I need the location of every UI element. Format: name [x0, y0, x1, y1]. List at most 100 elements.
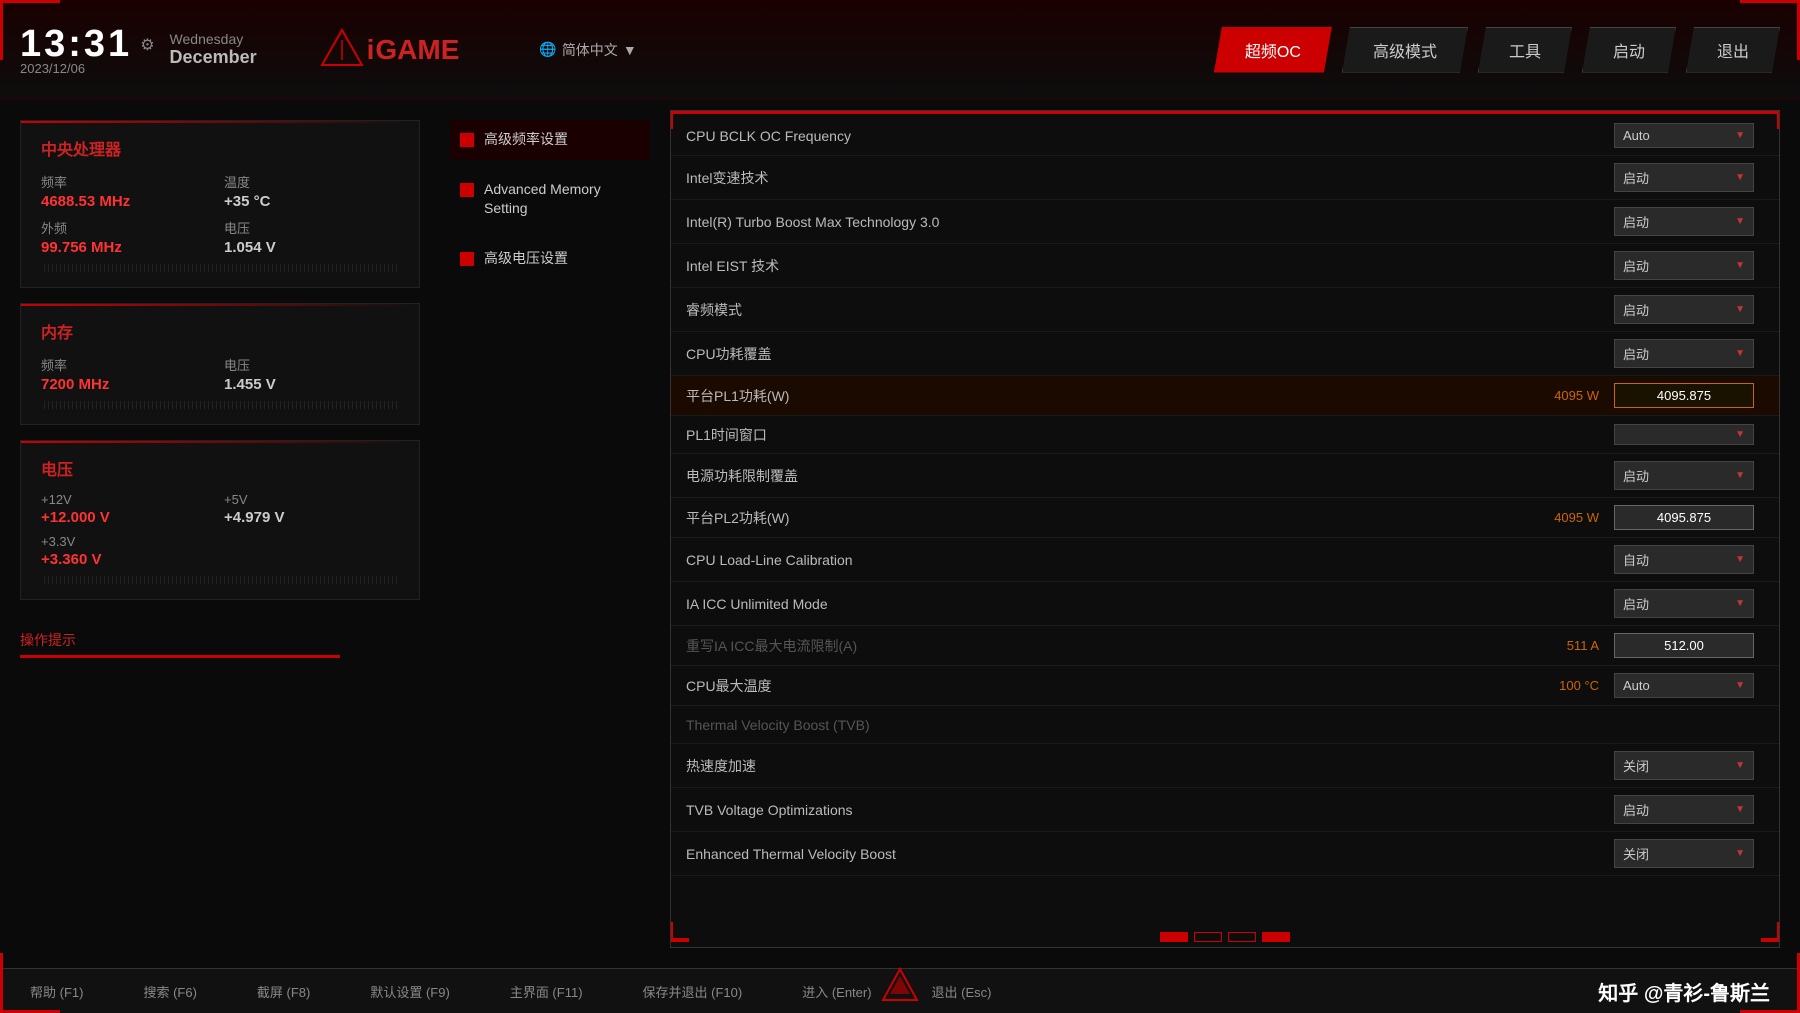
setting-current-value: 4095 W	[1519, 510, 1599, 525]
dropdown-control[interactable]: 关闭 ▼	[1614, 839, 1754, 868]
setting-row[interactable]: 重写IA ICC最大电流限制(A) 511 A 512.00	[671, 626, 1779, 666]
gear-icon: ⚙	[140, 35, 154, 55]
footer-item[interactable]: 搜索 (F6)	[143, 982, 196, 1001]
setting-name: TVB Voltage Optimizations	[686, 802, 1519, 818]
value-input[interactable]: 4095.875	[1614, 383, 1754, 408]
dropdown-control[interactable]: ▼	[1614, 424, 1754, 445]
setting-row[interactable]: CPU BCLK OC Frequency Auto ▼	[671, 116, 1779, 156]
menu-dot-memory	[460, 183, 474, 197]
setting-control[interactable]: 启动 ▼	[1614, 589, 1764, 618]
dropdown-control[interactable]: 关闭 ▼	[1614, 751, 1754, 780]
footer-item[interactable]: 保存并退出 (F10)	[643, 982, 743, 1001]
setting-name: CPU BCLK OC Frequency	[686, 128, 1519, 144]
setting-name: PL1时间窗口	[686, 425, 1519, 445]
menu-item-memory[interactable]: Advanced Memory Setting	[450, 170, 650, 229]
mem-volt-value: 1.455 V	[224, 376, 399, 393]
nav-advanced-button[interactable]: 高级模式	[1342, 27, 1468, 73]
setting-control[interactable]: 启动 ▼	[1614, 795, 1764, 824]
setting-row[interactable]: 平台PL2功耗(W) 4095 W 4095.875	[671, 498, 1779, 538]
language-selector[interactable]: 🌐 简体中文 ▼	[539, 40, 636, 60]
setting-row[interactable]: 平台PL1功耗(W) 4095 W 4095.875	[671, 376, 1779, 416]
setting-row[interactable]: Intel变速技术 启动 ▼	[671, 156, 1779, 200]
setting-control[interactable]: 启动 ▼	[1614, 339, 1764, 368]
setting-control[interactable]: 启动 ▼	[1614, 207, 1764, 236]
dropdown-control[interactable]: 启动 ▼	[1614, 295, 1754, 324]
dropdown-control[interactable]: Auto ▼	[1614, 673, 1754, 698]
main-content: 中央处理器 频率 4688.53 MHz 温度 +35 °C 外频 99.756…	[0, 100, 1800, 968]
value-input[interactable]: 4095.875	[1614, 505, 1754, 530]
setting-control[interactable]: 关闭 ▼	[1614, 751, 1764, 780]
setting-control[interactable]: 512.00	[1614, 633, 1764, 658]
dropdown-control[interactable]: 启动 ▼	[1614, 589, 1754, 618]
bottom-deco	[1160, 932, 1290, 947]
setting-control[interactable]: 4095.875	[1614, 505, 1764, 530]
setting-row[interactable]: 热速度加速 关闭 ▼	[671, 744, 1779, 788]
corner-bl	[0, 953, 60, 1013]
cpu-temp-value: +35 °C	[224, 193, 399, 210]
setting-row[interactable]: CPU Load-Line Calibration 自动 ▼	[671, 538, 1779, 582]
nav-oc-button[interactable]: 超频OC	[1214, 27, 1332, 73]
dropdown-control[interactable]: 启动 ▼	[1614, 207, 1754, 236]
setting-control[interactable]: 启动 ▼	[1614, 295, 1764, 324]
dropdown-control[interactable]: 启动 ▼	[1614, 795, 1754, 824]
weekday: Wednesday	[170, 31, 257, 47]
setting-control[interactable]: Auto ▼	[1614, 673, 1764, 698]
setting-row[interactable]: Intel EIST 技术 启动 ▼	[671, 244, 1779, 288]
setting-name: 重写IA ICC最大电流限制(A)	[686, 636, 1519, 656]
menu-item-freq[interactable]: 高级频率设置	[450, 120, 650, 160]
setting-name: 电源功耗限制覆盖	[686, 466, 1519, 486]
setting-row[interactable]: CPU最大温度 100 °C Auto ▼	[671, 666, 1779, 706]
setting-control[interactable]: ▼	[1614, 424, 1764, 445]
menu-dot-voltage	[460, 252, 474, 266]
dropdown-control[interactable]: 启动 ▼	[1614, 461, 1754, 490]
setting-row[interactable]: TVB Voltage Optimizations 启动 ▼	[671, 788, 1779, 832]
setting-control[interactable]: 启动 ▼	[1614, 163, 1764, 192]
setting-current-value: 511 A	[1519, 638, 1599, 653]
setting-control[interactable]: 关闭 ▼	[1614, 839, 1764, 868]
logo-area: i GAME	[317, 25, 460, 75]
cpu-volt-value: 1.054 V	[224, 239, 399, 256]
setting-control[interactable]: 启动 ▼	[1614, 251, 1764, 280]
setting-control[interactable]: 启动 ▼	[1614, 461, 1764, 490]
footer-item[interactable]: 截屏 (F8)	[257, 982, 310, 1001]
dropdown-control[interactable]: 自动 ▼	[1614, 545, 1754, 574]
footer-item[interactable]: 主界面 (F11)	[510, 982, 583, 1001]
dropdown-control[interactable]: 启动 ▼	[1614, 163, 1754, 192]
menu-label-voltage: 高级电压设置	[484, 249, 568, 269]
setting-name: CPU最大温度	[686, 676, 1519, 696]
dropdown-control[interactable]: 启动 ▼	[1614, 251, 1754, 280]
dropdown-control[interactable]: Auto ▼	[1614, 123, 1754, 148]
setting-current-value: 4095 W	[1519, 388, 1599, 403]
nav-tools-button[interactable]: 工具	[1478, 27, 1572, 73]
deco-block-4	[1262, 932, 1290, 942]
setting-row[interactable]: Enhanced Thermal Velocity Boost 关闭 ▼	[671, 832, 1779, 876]
setting-row[interactable]: Intel(R) Turbo Boost Max Technology 3.0 …	[671, 200, 1779, 244]
setting-row[interactable]: Thermal Velocity Boost (TVB)	[671, 706, 1779, 744]
footer-item[interactable]: 退出 (Esc)	[932, 982, 992, 1001]
header: 13:31 ⚙ 2023/12/06 Wednesday December i …	[0, 0, 1800, 100]
deco-block-3	[1228, 932, 1256, 942]
deco-block-1	[1160, 932, 1188, 942]
setting-row[interactable]: 电源功耗限制覆盖 启动 ▼	[671, 454, 1779, 498]
setting-row[interactable]: CPU功耗覆盖 启动 ▼	[671, 332, 1779, 376]
settings-table[interactable]: CPU BCLK OC Frequency Auto ▼ Intel变速技术 启…	[671, 111, 1779, 947]
setting-control[interactable]: 自动 ▼	[1614, 545, 1764, 574]
nav-bar: 超频OC 高级模式 工具 启动 退出	[1214, 27, 1780, 73]
setting-name: Intel EIST 技术	[686, 256, 1519, 276]
setting-row[interactable]: 睿频模式 启动 ▼	[671, 288, 1779, 332]
footer-item[interactable]: 默认设置 (F9)	[370, 982, 449, 1001]
footer-item[interactable]: 进入 (Enter)	[802, 982, 871, 1001]
menu-item-voltage[interactable]: 高级电压设置	[450, 239, 650, 279]
nav-start-button[interactable]: 启动	[1582, 27, 1676, 73]
right-panel: CPU BCLK OC Frequency Auto ▼ Intel变速技术 启…	[660, 110, 1790, 958]
memory-card: 内存 频率 7200 MHz 电压 1.455 V	[20, 303, 420, 425]
dropdown-control[interactable]: 启动 ▼	[1614, 339, 1754, 368]
mem-freq-label: 频率	[41, 355, 216, 374]
value-input[interactable]: 512.00	[1614, 633, 1754, 658]
mem-freq-value: 7200 MHz	[41, 376, 216, 393]
v12-label: +12V	[41, 492, 216, 507]
setting-control[interactable]: Auto ▼	[1614, 123, 1764, 148]
setting-control[interactable]: 4095.875	[1614, 383, 1764, 408]
setting-row[interactable]: IA ICC Unlimited Mode 启动 ▼	[671, 582, 1779, 626]
setting-row[interactable]: PL1时间窗口 ▼	[671, 416, 1779, 454]
